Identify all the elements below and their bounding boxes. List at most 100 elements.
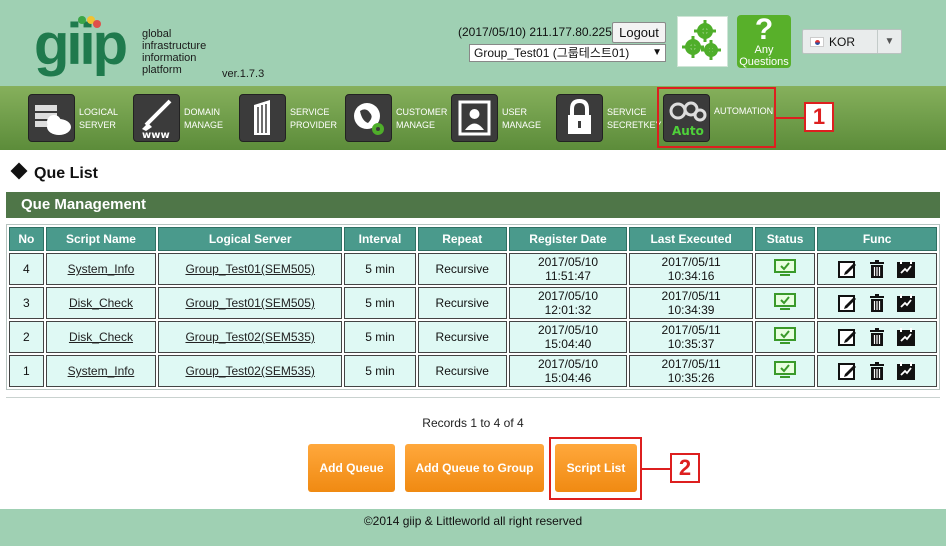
table-row: 2 Disk_Check Group_Test02(SEM535) 5 min … [9,321,937,353]
trash-icon[interactable] [867,259,887,279]
edit-icon[interactable] [837,259,858,279]
edit-icon[interactable] [837,293,858,313]
nav-user-manage[interactable]: USER MANAGE [451,94,551,142]
www-brush-icon: www [133,94,180,142]
user-portrait-icon [451,94,498,142]
schedule-icon[interactable] [896,293,916,313]
logical-server-link[interactable]: Group_Test02(SEM535) [185,364,314,378]
monitor-status-icon[interactable] [774,292,797,310]
cell-register-date: 2017/05/10 15:04:46 [508,355,628,387]
monitor-status-icon[interactable] [774,326,797,344]
logical-server-link[interactable]: Group_Test01(SEM505) [185,262,314,276]
logical-server-link[interactable]: Group_Test02(SEM535) [185,330,314,344]
cell-script-name: Disk_Check [45,321,157,353]
cell-logical-server: Group_Test01(SEM505) [158,253,343,285]
diamond-bullet-icon [10,162,28,180]
cell-last-executed: 2017/05/11 10:34:16 [629,253,753,285]
table-header-row: No Script Name Logical Server Interval R… [9,227,937,251]
nav-service-secretkey[interactable]: SERVICE SECRETKEY [556,94,662,142]
any-questions-button[interactable]: ? Any Questions [737,15,791,68]
cell-last-executed: 2017/05/11 10:35:26 [629,355,753,387]
script-name-link[interactable]: System_Info [68,364,135,378]
padlock-icon [556,94,603,142]
trash-icon[interactable] [867,361,887,381]
tagline-line: information [142,52,197,64]
language-value: KOR [829,35,856,49]
cell-interval: 5 min [344,355,416,387]
cell-register-date: 2017/05/10 12:01:32 [508,287,628,319]
column-header: Last Executed [629,227,753,251]
logout-button[interactable]: Logout [612,22,666,43]
table-row: 4 System_Info Group_Test01(SEM505) 5 min… [9,253,937,285]
column-header: No [9,227,44,251]
nav-label: CUSTOMER MANAGE [396,107,448,130]
nav-label: DOMAIN MANAGE [184,107,224,130]
tagline-line: infrastructure [142,40,207,52]
footer: ©2014 giip & Littleworld all right reser… [0,509,946,546]
cell-func [817,287,937,319]
cell-status [754,287,816,319]
edit-icon[interactable] [837,327,858,347]
que-table: No Script Name Logical Server Interval R… [6,224,940,390]
nav-customer-manage[interactable]: CUSTOMER MANAGE [345,94,447,142]
settings-gears-icon[interactable] [677,16,728,67]
edit-icon[interactable] [837,361,858,381]
cell-no: 3 [9,287,44,319]
cell-repeat: Recursive [417,287,507,319]
monitor-status-icon[interactable] [774,360,797,378]
logical-server-link[interactable]: Group_Test01(SEM505) [185,296,314,310]
cell-register-date: 2017/05/10 11:51:47 [508,253,628,285]
question-mark-icon: ? [754,13,774,46]
cell-repeat: Recursive [417,355,507,387]
cell-repeat: Recursive [417,321,507,353]
callout-highlight-2 [549,437,642,500]
nav-logical-server[interactable]: LOGICAL SERVER [28,94,128,142]
script-name-link[interactable]: System_Info [68,262,135,276]
cell-script-name: System_Info [45,355,157,387]
schedule-icon[interactable] [896,259,916,279]
column-header: Register Date [508,227,628,251]
nav-label: SERVICE PROVIDER [290,107,338,130]
column-header: Status [754,227,816,251]
cell-interval: 5 min [344,287,416,319]
nav-label: USER MANAGE [502,107,542,130]
cell-func [817,355,937,387]
add-queue-button[interactable]: Add Queue [308,444,395,492]
nav-domain-manage[interactable]: www DOMAIN MANAGE [133,94,233,142]
tagline: global infrastructure information platfo… [142,28,206,76]
logo-dot-red [93,20,101,28]
cell-logical-server: Group_Test02(SEM535) [158,355,343,387]
language-select[interactable]: KOR ▼ [802,29,902,54]
script-name-link[interactable]: Disk_Check [69,330,133,344]
column-header: Script Name [45,227,157,251]
monitor-status-icon[interactable] [774,258,797,276]
nav-service-provider[interactable]: SERVICE PROVIDER [239,94,339,142]
group-select[interactable]: Group_Test01 (그룹테스트01) ▼ [469,44,666,62]
schedule-icon[interactable] [896,327,916,347]
cell-register-date: 2017/05/10 15:04:40 [508,321,628,353]
svg-text:www: www [142,130,170,141]
trash-icon[interactable] [867,293,887,313]
schedule-icon[interactable] [896,361,916,381]
tagline-line: platform [142,64,182,76]
cell-logical-server: Group_Test01(SEM505) [158,287,343,319]
any-questions-label: Questions [739,56,789,68]
datetime-ip: (2017/05/10) 211.177.80.225 [458,25,612,39]
callout-connector-1 [776,117,804,119]
page-title: Que List [10,162,98,183]
group-select-value: Group_Test01 (그룹테스트01) [474,46,630,60]
cell-last-executed: 2017/05/11 10:35:37 [629,321,753,353]
column-header: Func [817,227,937,251]
cell-status [754,321,816,353]
server-cloud-icon [28,94,75,142]
callout-number-2: 2 [670,453,700,483]
records-count: Records 1 to 4 of 4 [422,416,524,430]
script-name-link[interactable]: Disk_Check [69,296,133,310]
building-icon [239,94,286,142]
cell-interval: 5 min [344,321,416,353]
column-header: Repeat [417,227,507,251]
trash-icon[interactable] [867,327,887,347]
table-divider [6,397,940,398]
add-queue-to-group-button[interactable]: Add Queue to Group [405,444,544,492]
callout-number-1: 1 [804,102,834,132]
